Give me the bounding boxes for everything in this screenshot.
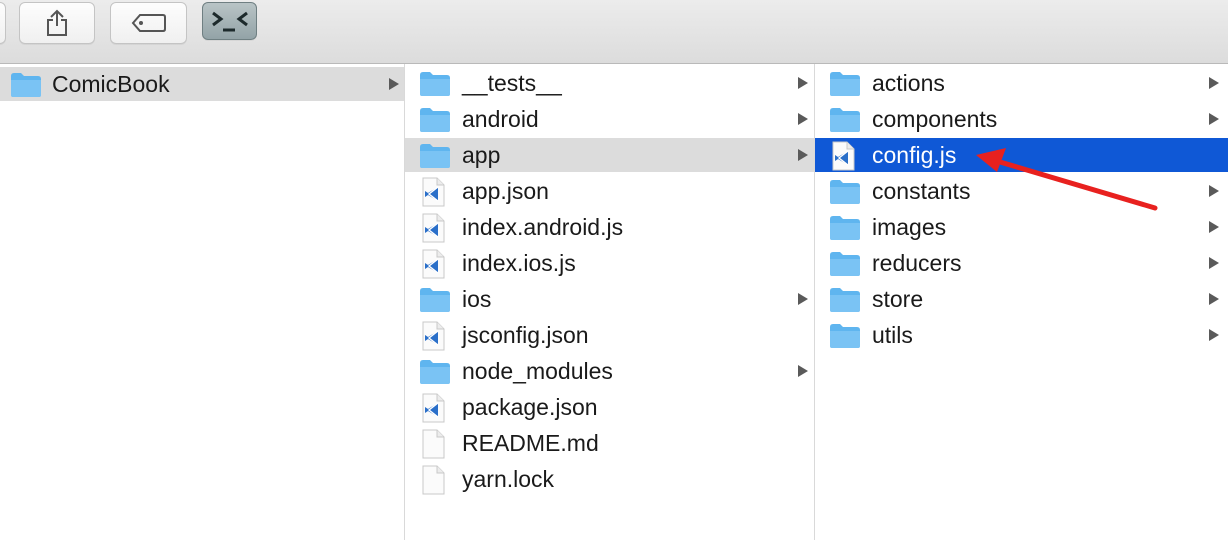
list-item[interactable]: config.js <box>815 138 1228 172</box>
list-item[interactable]: app <box>405 138 814 172</box>
list-item[interactable]: android <box>405 102 814 136</box>
vscode-file-icon <box>422 321 445 351</box>
item-name: yarn.lock <box>462 465 555 492</box>
share-button[interactable] <box>19 2 95 44</box>
chevron-right-icon <box>798 77 808 89</box>
folder-icon <box>420 288 450 312</box>
item-name: android <box>462 105 539 132</box>
item-name: app <box>462 141 501 168</box>
list-item[interactable]: components <box>815 102 1228 136</box>
list-item[interactable]: utils <box>815 318 1228 352</box>
list-item[interactable]: jsconfig.json <box>405 318 814 352</box>
chevron-right-icon <box>1209 77 1219 89</box>
item-name: store <box>872 285 924 312</box>
list-item[interactable]: ComicBook <box>0 67 404 101</box>
folder-icon <box>830 72 860 96</box>
list-item[interactable]: index.ios.js <box>405 246 814 280</box>
chevron-right-icon <box>798 365 808 377</box>
vscode-file-icon <box>832 141 855 171</box>
item-name: index.android.js <box>462 213 624 240</box>
finder-toolbar <box>0 0 1228 64</box>
list-item[interactable]: node_modules <box>405 354 814 388</box>
tag-button[interactable] <box>110 2 187 44</box>
vscode-file-icon <box>422 177 445 207</box>
item-name: jsconfig.json <box>462 321 589 348</box>
toolbar-partial-button[interactable] <box>0 2 6 44</box>
item-name: index.ios.js <box>462 249 576 276</box>
list-item[interactable]: constants <box>815 174 1228 208</box>
list-item[interactable]: ios <box>405 282 814 316</box>
list-item[interactable]: __tests__ <box>405 66 814 100</box>
terminal-button[interactable] <box>202 2 257 40</box>
folder-icon <box>830 180 860 204</box>
terminal-icon <box>211 11 248 32</box>
item-name: config.js <box>872 141 957 168</box>
list-item[interactable]: index.android.js <box>405 210 814 244</box>
folder-icon <box>420 108 450 132</box>
item-name: actions <box>872 69 945 96</box>
item-name: components <box>872 105 998 132</box>
item-name: README.md <box>462 429 599 456</box>
chevron-right-icon <box>1209 221 1219 233</box>
item-name: package.json <box>462 393 598 420</box>
item-name: utils <box>872 321 913 348</box>
chevron-right-icon <box>1209 257 1219 269</box>
vscode-file-icon <box>422 393 445 423</box>
share-icon <box>47 9 67 36</box>
list-item[interactable]: package.json <box>405 390 814 424</box>
column-root: ComicBook <box>0 64 405 540</box>
vscode-file-icon <box>422 213 445 243</box>
chevron-right-icon <box>1209 329 1219 341</box>
chevron-right-icon <box>798 149 808 161</box>
column-comicbook: __tests__ android app app.json index.and… <box>405 64 815 540</box>
folder-icon <box>420 144 450 168</box>
document-icon <box>422 465 445 495</box>
item-name: __tests__ <box>462 69 562 96</box>
item-name: constants <box>872 177 971 204</box>
folder-icon <box>11 73 41 97</box>
list-item[interactable]: actions <box>815 66 1228 100</box>
item-name: images <box>872 213 947 240</box>
chevron-right-icon <box>389 78 399 90</box>
folder-icon <box>420 360 450 384</box>
item-name: ComicBook <box>52 70 170 97</box>
tag-icon <box>131 14 166 32</box>
item-name: ios <box>462 285 492 312</box>
item-name: reducers <box>872 249 962 276</box>
vscode-file-icon <box>422 249 445 279</box>
list-item[interactable]: store <box>815 282 1228 316</box>
column-app: actions components config.js constants i… <box>815 64 1228 540</box>
folder-icon <box>830 108 860 132</box>
item-name: node_modules <box>462 357 613 384</box>
list-item[interactable]: app.json <box>405 174 814 208</box>
list-item[interactable]: reducers <box>815 246 1228 280</box>
folder-icon <box>830 288 860 312</box>
chevron-right-icon <box>798 113 808 125</box>
folder-icon <box>830 252 860 276</box>
list-item[interactable]: README.md <box>405 426 814 460</box>
item-name: app.json <box>462 177 549 204</box>
list-item[interactable]: yarn.lock <box>405 462 814 496</box>
chevron-right-icon <box>1209 113 1219 125</box>
chevron-right-icon <box>798 293 808 305</box>
folder-icon <box>420 72 450 96</box>
chevron-right-icon <box>1209 293 1219 305</box>
document-icon <box>422 429 445 459</box>
list-item[interactable]: images <box>815 210 1228 244</box>
chevron-right-icon <box>1209 185 1219 197</box>
folder-icon <box>830 216 860 240</box>
folder-icon <box>830 324 860 348</box>
